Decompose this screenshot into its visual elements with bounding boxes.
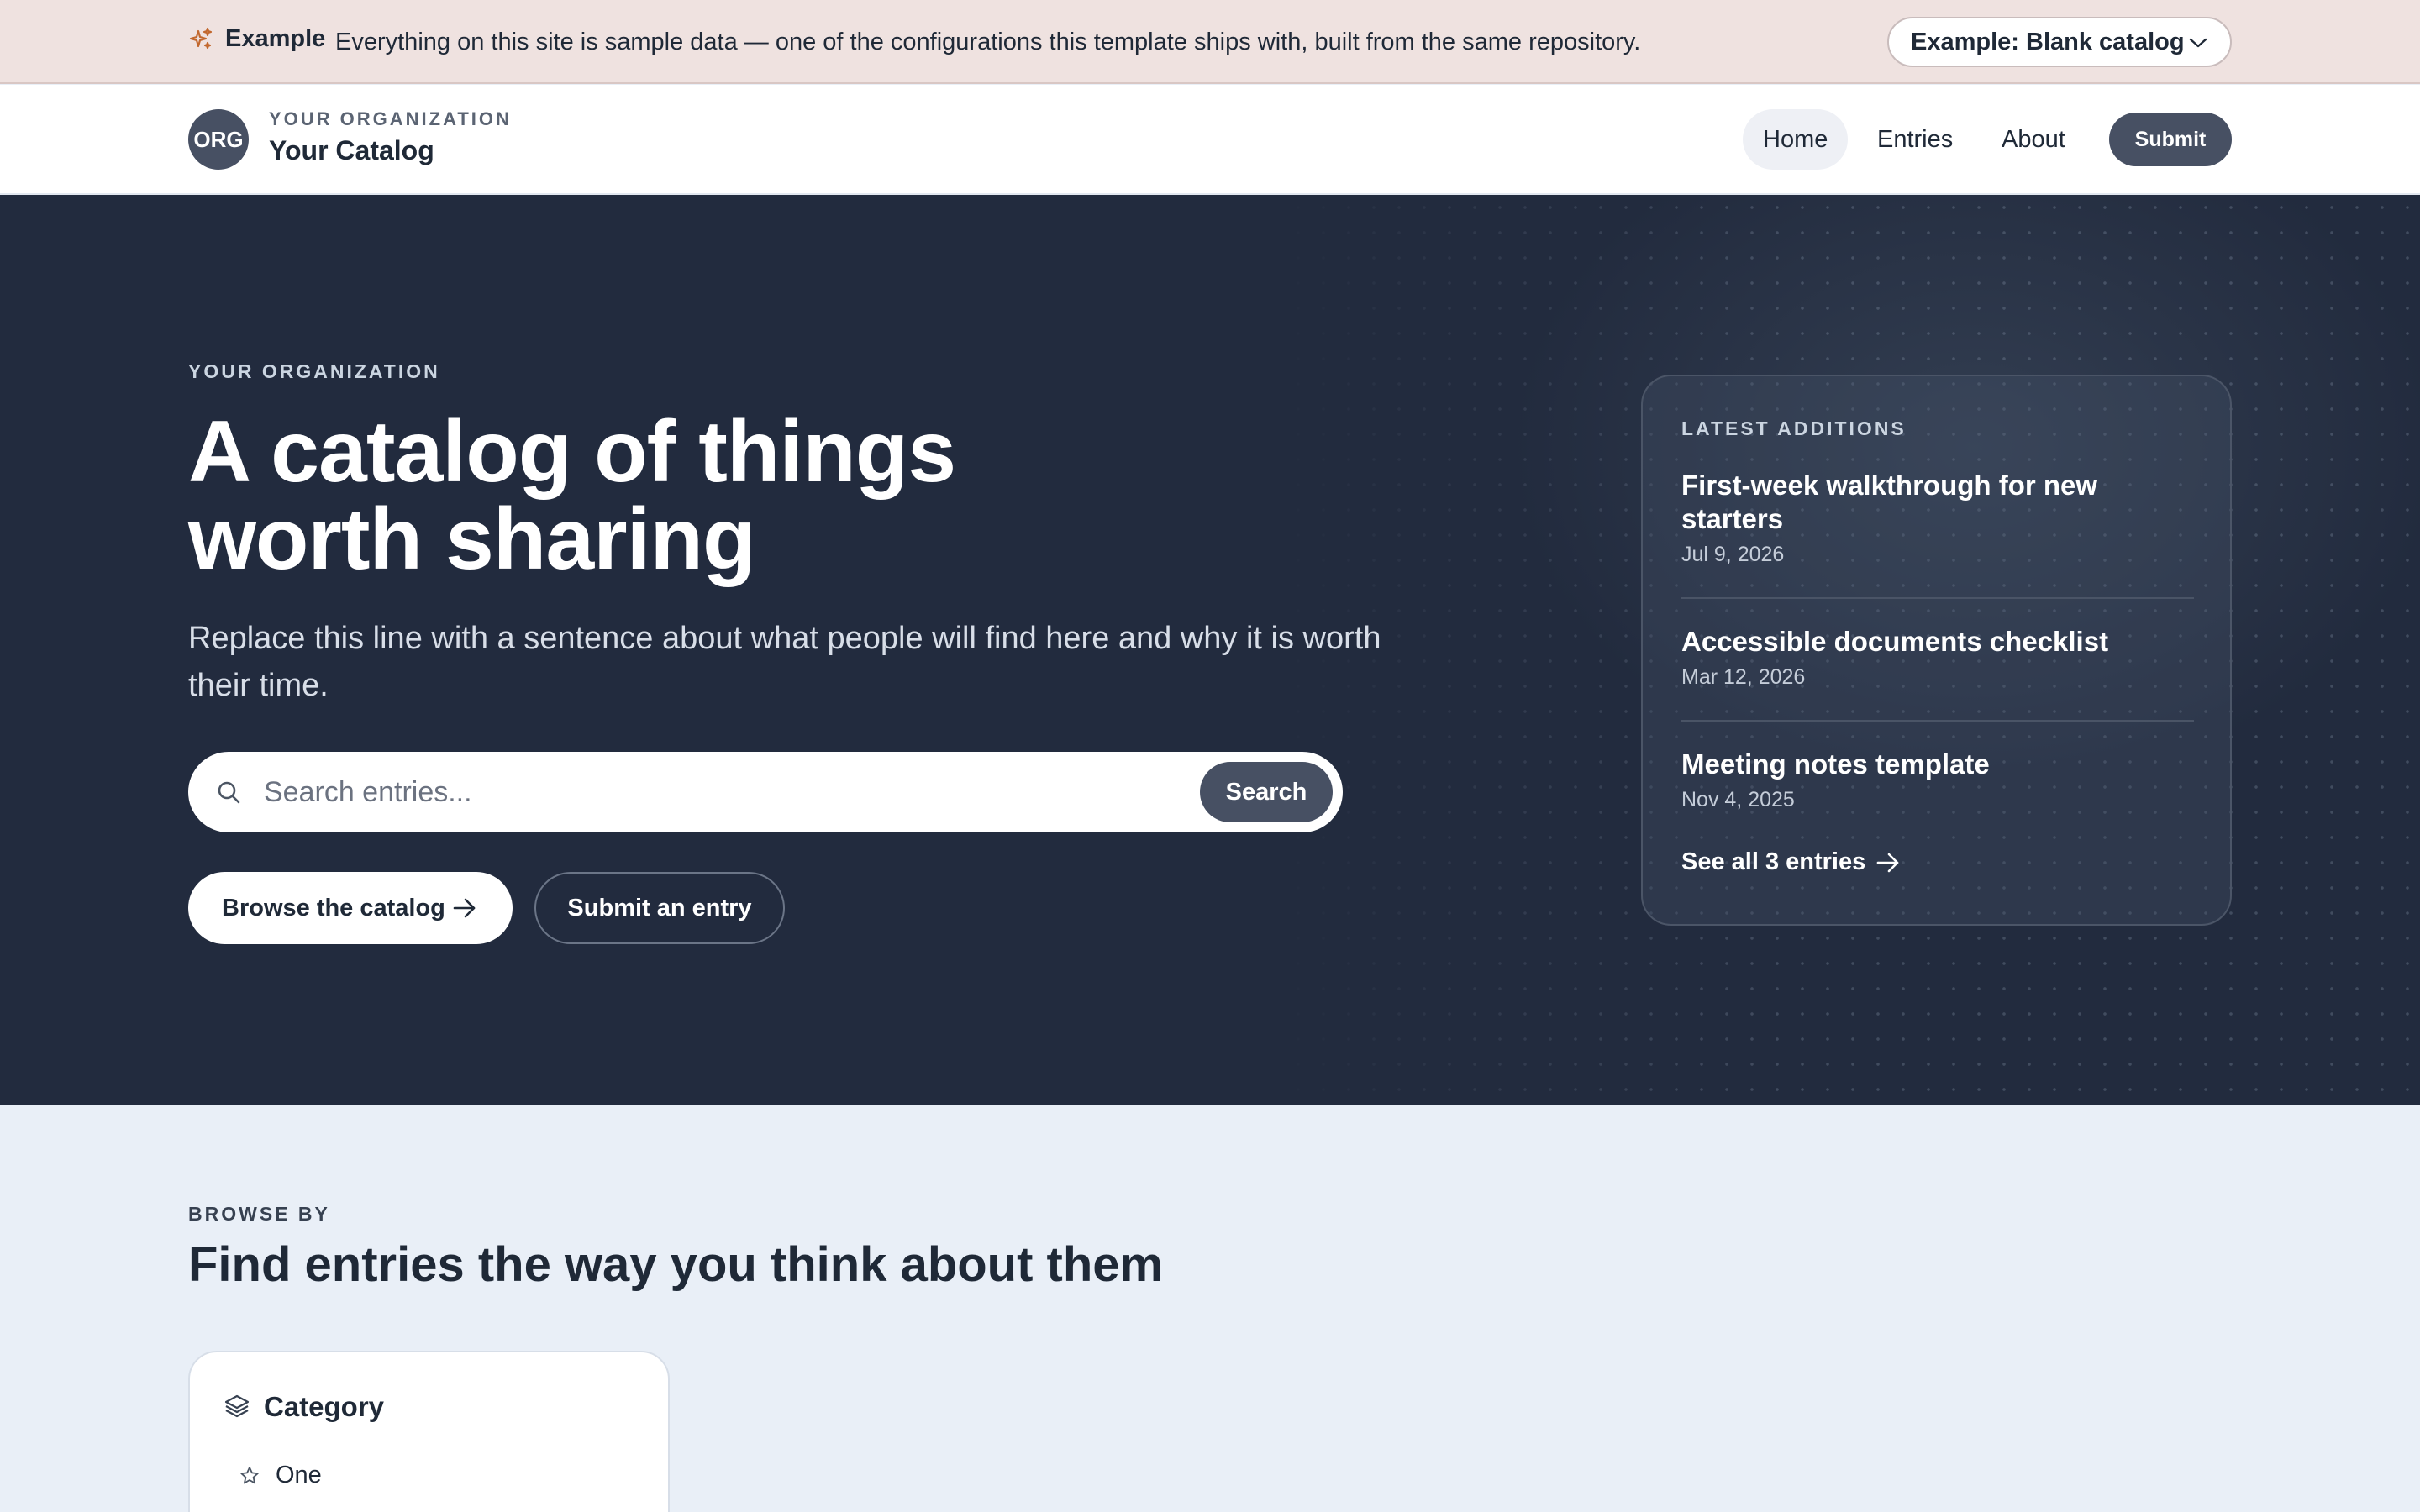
latest-kicker: LATEST ADDITIONS [1681, 417, 1907, 439]
divider [1681, 720, 2194, 722]
divider [1681, 597, 2194, 599]
org-logo[interactable]: ORG [188, 109, 249, 170]
search-box: Search [188, 752, 1343, 832]
chevron-down-icon [2188, 35, 2208, 50]
search-icon [215, 779, 242, 806]
site-header: ORG YOUR ORGANIZATION Your Catalog Home … [0, 85, 2420, 195]
category-title: Category [264, 1391, 385, 1422]
header-submit-button[interactable]: Submit [2109, 113, 2232, 166]
banner-tag: Example [225, 25, 326, 52]
search-button[interactable]: Search [1200, 762, 1333, 822]
search-input[interactable] [264, 767, 1104, 817]
hero-subtitle: Replace this line with a sentence about … [188, 621, 1381, 703]
latest-additions-panel: LATEST ADDITIONS First-week walkthrough … [1641, 375, 2232, 926]
hero-section: YOUR ORGANIZATION A catalog of things wo… [0, 195, 2420, 1105]
arrow-right-icon [452, 897, 477, 919]
browse-catalog-label: Browse the catalog [222, 894, 445, 921]
latest-item[interactable]: Accessible documents checklist Mar 12, 2… [1681, 625, 2194, 690]
example-config-select[interactable]: Example: Blank catalog [1887, 17, 2232, 67]
latest-item-title: Accessible documents checklist [1681, 626, 2109, 657]
submit-entry-button[interactable]: Submit an entry [534, 872, 785, 944]
browse-title: Find entries the way you think about the… [188, 1237, 1164, 1292]
latest-item-title: Meeting notes template [1681, 748, 1990, 780]
see-all-label: See all 3 entries [1681, 848, 1866, 875]
org-kicker: YOUR ORGANIZATION [269, 108, 512, 129]
see-all-entries-link[interactable]: See all 3 entries [1681, 848, 1901, 876]
sparkles-icon [188, 27, 213, 52]
layers-icon [224, 1393, 250, 1420]
latest-item[interactable]: Meeting notes template Nov 4, 2025 [1681, 748, 2194, 812]
browse-catalog-button[interactable]: Browse the catalog [188, 872, 513, 944]
example-banner: Example Everything on this site is sampl… [0, 0, 2420, 84]
category-item[interactable]: One [239, 1462, 322, 1489]
latest-item[interactable]: First-week walkthrough for new starters … [1681, 469, 2194, 567]
star-icon [239, 1465, 260, 1487]
latest-item-date: Mar 12, 2026 [1681, 665, 1806, 689]
category-card: Category One [188, 1351, 670, 1512]
latest-item-date: Jul 9, 2026 [1681, 543, 1785, 566]
example-config-value: Example: Blank catalog [1911, 28, 2185, 55]
nav-about[interactable]: About [1981, 109, 2086, 170]
nav-entries[interactable]: Entries [1857, 109, 1973, 170]
nav-home[interactable]: Home [1743, 109, 1849, 170]
latest-item-date: Nov 4, 2025 [1681, 788, 1795, 811]
latest-item-title: First-week walkthrough for new starters [1681, 470, 2098, 534]
banner-message: Everything on this site is sample data —… [335, 29, 1641, 55]
hero-kicker: YOUR ORGANIZATION [188, 360, 440, 382]
hero-title: A catalog of things worth sharing [188, 403, 956, 588]
arrow-right-icon [1876, 852, 1901, 874]
browse-kicker: BROWSE BY [188, 1203, 330, 1225]
category-item-label: One [276, 1462, 322, 1488]
site-name[interactable]: Your Catalog [269, 135, 434, 166]
